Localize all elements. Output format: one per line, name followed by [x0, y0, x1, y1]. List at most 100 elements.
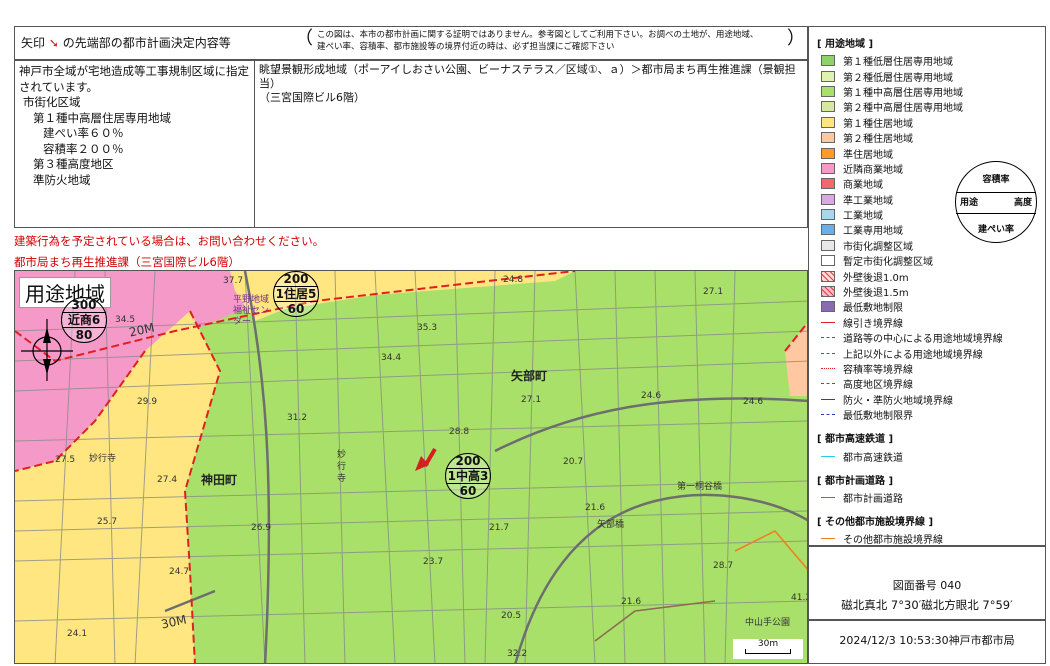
legend-label: 最低敷地制限 [843, 303, 903, 315]
scale-bar: 30m [733, 639, 803, 659]
zone-swatch-icon [821, 162, 835, 174]
legend-heading: [ 都市高速鉄道 ] [817, 434, 894, 446]
legend-heading: [ 用途地域 ] [817, 39, 874, 50]
elevation-label: 28.7 [713, 561, 734, 571]
info-line: 市街化区域 [23, 95, 81, 109]
zoning-circle-commercial: 300 近商6 80 [61, 297, 107, 343]
title-suffix: の先端部の都市計画決定内容等 [62, 36, 231, 50]
legend-item-zoning: 外壁後退1.0m [815, 268, 1039, 284]
legend-item-zoning: 暫定市街化調整区域 [815, 253, 1039, 268]
elevation-label: 23.7 [423, 557, 444, 567]
contact-notes: 建築行為を予定されている場合は、お問い合わせください。 都市局まち再生推進課（三… [14, 231, 324, 273]
zone-swatch-icon [821, 55, 835, 67]
circle-mid: 近商6 [62, 312, 106, 328]
park-label: 中山手公園 [745, 618, 791, 628]
info-line: 建ぺい率６０％ [43, 126, 124, 140]
legend-label: 外壁後退1.5m [843, 288, 909, 300]
legend-label: 商業地域 [843, 180, 883, 192]
zone-swatch-icon [821, 239, 835, 251]
zone-swatch-icon [821, 286, 835, 298]
badge-top: 容積率 [982, 175, 1010, 185]
legend-item-boundary: 最低敷地制限界 [815, 407, 1039, 422]
info-line: 容積率２００％ [43, 141, 124, 156]
boundary-line-icon [821, 321, 835, 323]
elevation-label: 26.9 [251, 523, 272, 533]
legend-label: 準住居地域 [843, 149, 893, 161]
elevation-label: 32.2 [507, 649, 528, 659]
zone-swatch-icon [821, 116, 835, 128]
elevation-label: 37.7 [223, 276, 244, 286]
zoning-key-badge: 容積率 用途 高度 建ぺい率 [955, 161, 1037, 243]
zone-swatch-icon [821, 209, 835, 221]
circle-top: 200 [283, 272, 309, 286]
legend-item-boundary: 容積率等境界線 [815, 361, 1039, 376]
map-number: 図面番号 040 [892, 579, 962, 592]
town-label: 矢部町 [511, 369, 548, 383]
legend-item-zoning: 外壁後退1.5m [815, 284, 1039, 299]
legend-label: 容積率等境界線 [843, 365, 913, 376]
zoning-map[interactable]: 用途地域 300 近商6 80 200 1住居5 60 200 1中高3 60 … [14, 270, 808, 664]
timestamp: 2024/12/3 10:53:30神戸市都市局 [839, 634, 1015, 647]
elevation-label: 34.4 [381, 353, 402, 363]
zone-swatch-icon [821, 178, 835, 190]
legend-label: その他都市施設境界線 [843, 535, 943, 547]
boundary-line-icon [821, 352, 835, 354]
circle-mid: 1中高3 [446, 468, 490, 484]
info-line: （三宮国際ビル6階） [259, 91, 365, 104]
road-line-icon [821, 496, 835, 498]
disclaimer-line2: 建ぺい率、容積率、都市施設等の境界付近の時は、必ず担当課にご確認下さい [317, 42, 615, 52]
facility-line-icon [821, 538, 835, 540]
zone-swatch-icon [821, 132, 835, 144]
legend-item-boundary: 上記以外による用途地域境界線 [815, 345, 1039, 361]
legend-label: 上記以外による用途地域境界線 [843, 349, 983, 361]
legend-item-zoning: 第２種低層住居専用地域 [815, 68, 1039, 84]
elevation-label: 34.5 [115, 315, 136, 325]
legend-label: 第１種低層住居専用地域 [843, 57, 953, 69]
legend-label: 外壁後退1.0m [843, 272, 909, 284]
zone-swatch-icon [821, 70, 835, 82]
legend-label: 市街化調整区域 [843, 241, 913, 253]
legend-panel: [ 用途地域 ] 第１種低層住居専用地域 第２種低層住居専用地域第１種中高層住居専… [808, 26, 1046, 546]
elevation-label: 41.2 [791, 593, 807, 603]
timestamp-box: 2024/12/3 10:53:30神戸市都市局 [808, 620, 1046, 664]
disclaimer-line1: この図は、本市の都市計画に関する証明ではありません。参考図としてご利用下さい。お… [317, 30, 759, 40]
elevation-label: 21.7 [489, 523, 510, 533]
landscape-info-panel: 眺望景観形成地域（ポーアイしおさい公園、ビーナステラス／区域①、ａ）＞都市局まち… [254, 60, 808, 228]
legend-label: 第１種中高層住居専用地域 [843, 87, 963, 99]
elevation-label: 24.6 [641, 391, 662, 401]
legend-label: 都市計画道路 [843, 493, 903, 505]
elevation-label: 25.7 [97, 517, 118, 527]
badge-mid: 用途 高度 [956, 192, 1036, 214]
circle-bot: 80 [75, 328, 93, 342]
zoning-circle-residential: 200 1住居5 60 [273, 271, 319, 317]
legend-label: 第１種住居地域 [843, 118, 913, 130]
elevation-label: 20.7 [563, 457, 584, 467]
legend-item-zoning: 第１種低層住居専用地域 [815, 53, 1039, 68]
boundary-line-icon [821, 398, 835, 400]
legend-item-other: その他都市施設境界線 [815, 531, 1039, 546]
legend-label: 工業地域 [843, 211, 883, 223]
badge-right: 高度 [1013, 198, 1032, 208]
legend-item-boundary: 高度地区境界線 [815, 376, 1039, 391]
elevation-label: 29.9 [137, 397, 158, 407]
header-title: 矢印 ➘ の先端部の都市計画決定内容等 [21, 34, 231, 51]
zone-swatch-icon [821, 85, 835, 97]
scale-text: 30m [757, 639, 779, 649]
legend-label: 高度地区境界線 [843, 380, 913, 392]
info-line: 眺望景観形成地域（ポーアイしおさい公園、ビーナステラス／区域①、ａ）＞都市局まち… [259, 63, 796, 90]
elevation-label: 21.6 [621, 597, 642, 607]
legend-label: 都市高速鉄道 [843, 452, 903, 464]
elevation-label: 24.7 [169, 567, 190, 577]
temple-label-vertical: 妙行寺 [337, 450, 347, 484]
disclaimer: （ この図は、本市の都市計画に関する証明ではありません。参考図としてご利用下さい… [295, 29, 805, 59]
boundary-line-icon [821, 414, 835, 416]
legend-label: 第２種住居地域 [843, 134, 913, 146]
paren-open: （ [295, 28, 313, 49]
legend-label: 工業専用地域 [843, 226, 903, 238]
boundary-line-icon [821, 383, 835, 385]
page: 矢印 ➘ の先端部の都市計画決定内容等 （ この図は、本市の都市計画に関する証明… [0, 0, 1050, 666]
elevation-label: 27.1 [521, 395, 542, 405]
boundary-line-icon [821, 337, 835, 339]
note-line: 建築行為を予定されている場合は、お問い合わせください。 [14, 234, 325, 248]
legend-item-zoning: 第２種中高層住居専用地域 [815, 99, 1039, 114]
